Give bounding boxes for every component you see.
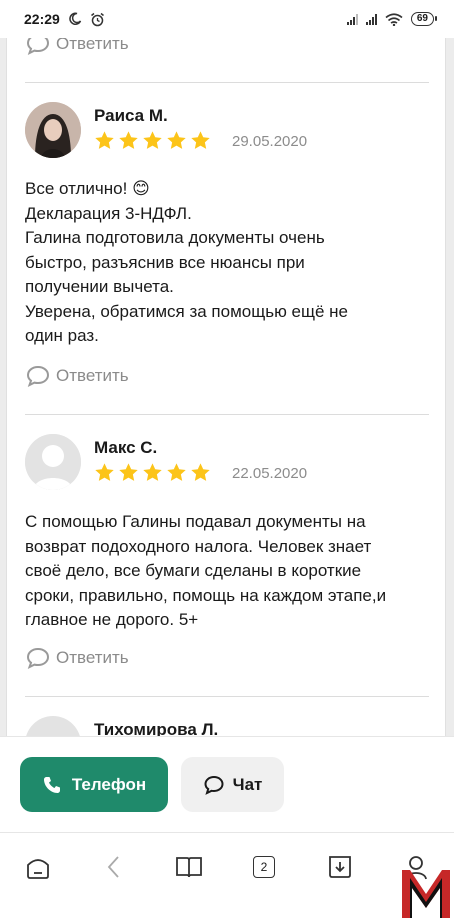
review-text-line: получении вычета. [25, 277, 174, 296]
brand-logo [402, 870, 450, 918]
wifi-icon [385, 12, 403, 26]
review-text-line: быстро, разъяснив все нюансы при [25, 252, 305, 272]
tabs-button[interactable]: 2 [248, 851, 280, 883]
review-text-line: один раз. [25, 326, 99, 345]
phone-icon [43, 776, 60, 793]
star-icon [191, 463, 210, 481]
downloads-button[interactable] [324, 851, 356, 883]
browser-nav-bar: 2 [0, 832, 454, 900]
moon-icon [69, 12, 81, 26]
reply-button[interactable]: Ответить [25, 646, 129, 670]
avatar [25, 102, 81, 158]
star-icon [167, 463, 186, 481]
avatar [25, 434, 81, 490]
review-text-line: Уверена, обратимся за помощью ещё не [25, 301, 349, 321]
star-icon [191, 131, 210, 149]
review-text-line: Галина подготовила документы очень [25, 228, 325, 247]
review-author: Раиса М. [94, 106, 168, 125]
divider [25, 82, 429, 83]
reviews-card: Ответить Раиса М. 29.05.2020 Все отлично… [6, 24, 446, 736]
review-text-line: своё дело, все бумаги сделаны в короткие [25, 561, 362, 580]
star-icon [143, 131, 162, 149]
review-date: 29.05.2020 [232, 133, 308, 150]
chat-icon [204, 775, 224, 795]
review-text-line: С помощью Галины подавал документы на [25, 512, 366, 531]
contact-action-bar: Телефон Чат [0, 736, 454, 832]
alarm-icon [90, 12, 104, 26]
battery-icon: 69 [410, 12, 438, 26]
reply-label: Ответить [56, 366, 129, 385]
review-author: Макс С. [94, 438, 158, 457]
star-icon [167, 131, 186, 149]
download-icon [329, 856, 351, 878]
tabs-icon: 2 [253, 856, 275, 878]
back-button[interactable] [98, 851, 130, 883]
review-date: 22.05.2020 [232, 465, 308, 482]
star-icon [95, 463, 114, 481]
divider [25, 696, 429, 697]
comment-icon [26, 647, 50, 669]
home-icon [27, 859, 49, 879]
status-bar: 22:29 69 [0, 0, 454, 38]
review-text-line: Декларация 3-НДФЛ. [25, 203, 192, 223]
avatar [25, 716, 81, 736]
review-text-line: Все отлично! 😊 [25, 179, 150, 198]
book-icon [176, 857, 202, 878]
reading-mode-button[interactable] [173, 851, 205, 883]
phone-button-label: Телефон [71, 774, 147, 794]
review-text-line: сроки, правильно, помощь на каждом этапе… [25, 585, 387, 605]
gesture-area [0, 900, 454, 920]
star-icon [95, 131, 114, 149]
review-text-line: возврат подоходного налога. Человек знае… [25, 536, 372, 556]
home-button[interactable] [22, 851, 54, 883]
divider [25, 414, 429, 415]
reply-button[interactable]: Ответить [25, 364, 129, 388]
phone-button[interactable]: Телефон [20, 757, 168, 812]
signal-icon [346, 13, 358, 25]
chat-button[interactable]: Чат [181, 757, 284, 812]
comment-icon [26, 365, 50, 387]
star-icon [119, 131, 138, 149]
review-text: С помощью Галины подавал документы на во… [25, 510, 435, 633]
signal-icon [365, 13, 377, 25]
reply-label: Ответить [56, 648, 129, 667]
chat-button-label: Чат [232, 774, 263, 794]
review-author: Тихомирова Л. [94, 720, 219, 736]
rating-stars [94, 130, 211, 151]
rating-stars [94, 462, 211, 483]
review-text-line: главное не дорого. 5+ [25, 610, 199, 629]
review-text: Все отлично! 😊 Декларация 3-НДФЛ. Галина… [25, 177, 435, 349]
status-time: 22:29 [24, 11, 60, 27]
back-icon [107, 856, 119, 878]
star-icon [143, 463, 162, 481]
star-icon [119, 463, 138, 481]
